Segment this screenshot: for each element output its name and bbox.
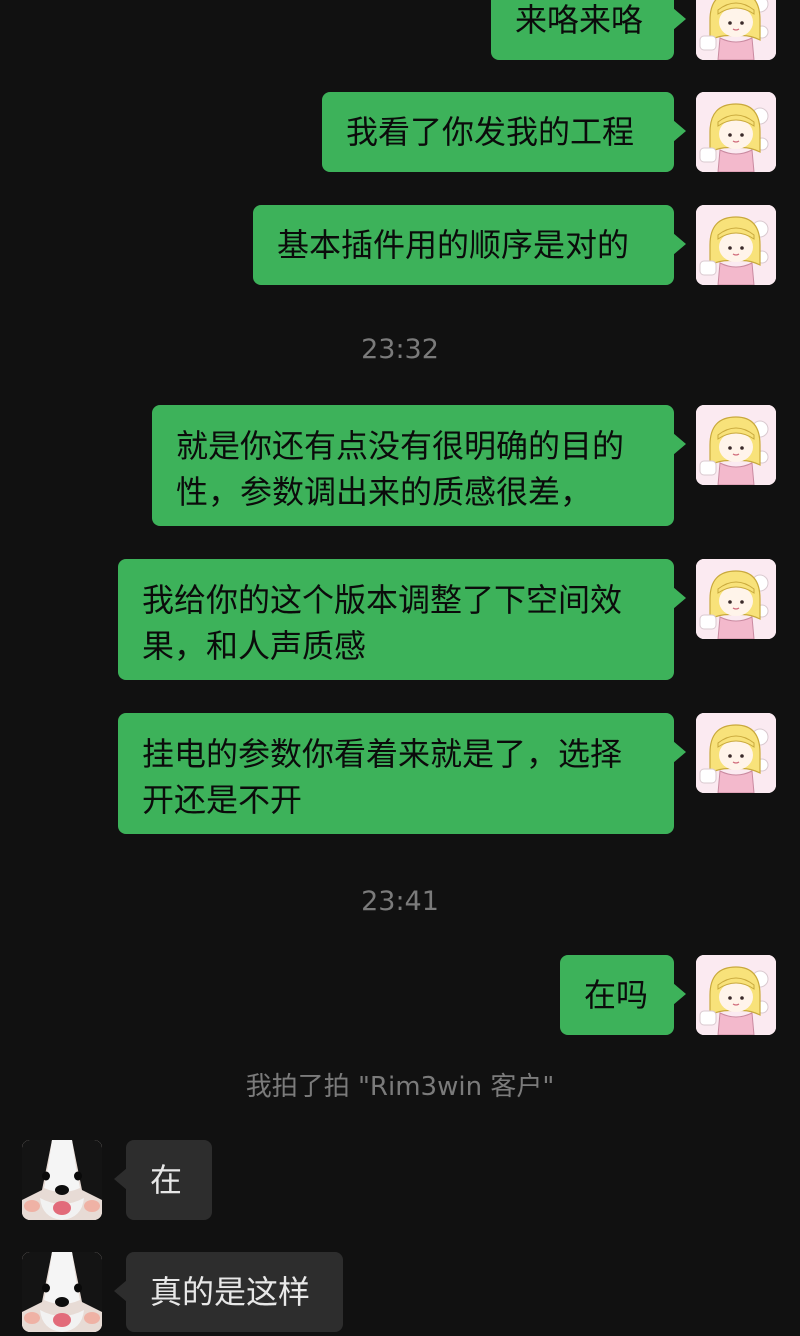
message-bubble[interactable]: 在吗 (560, 955, 686, 1035)
message-bubble[interactable]: 基本插件用的顺序是对的 (253, 205, 686, 285)
cartoon-girl-avatar-icon[interactable] (696, 92, 776, 172)
message-bubble[interactable]: 在 (114, 1140, 212, 1220)
message-bubble[interactable]: 来咯来咯 (491, 0, 686, 60)
cartoon-girl-avatar-icon[interactable] (696, 405, 776, 485)
dog-avatar-icon[interactable] (22, 1140, 102, 1220)
message-bubble[interactable]: 真的是这样 (114, 1252, 343, 1332)
pat-system-message: 我拍了拍 "Rim3win 客户" (245, 1072, 555, 1102)
message-bubble[interactable]: 挂电的参数你看着来就是了，选择开还是不开 (118, 713, 686, 834)
message-bubble[interactable]: 我给你的这个版本调整了下空间效果，和人声质感 (118, 559, 686, 680)
timestamp: 23:41 (361, 886, 439, 917)
message-bubble[interactable]: 我看了你发我的工程 (322, 92, 686, 172)
cartoon-girl-avatar-icon[interactable] (696, 205, 776, 285)
cartoon-girl-avatar-icon[interactable] (696, 0, 776, 60)
cartoon-girl-avatar-icon[interactable] (696, 559, 776, 639)
timestamp: 23:32 (361, 334, 439, 365)
dog-avatar-icon[interactable] (22, 1252, 102, 1332)
cartoon-girl-avatar-icon[interactable] (696, 713, 776, 793)
cartoon-girl-avatar-icon[interactable] (696, 955, 776, 1035)
message-bubble[interactable]: 就是你还有点没有很明确的目的性，参数调出来的质感很差， (152, 405, 686, 526)
